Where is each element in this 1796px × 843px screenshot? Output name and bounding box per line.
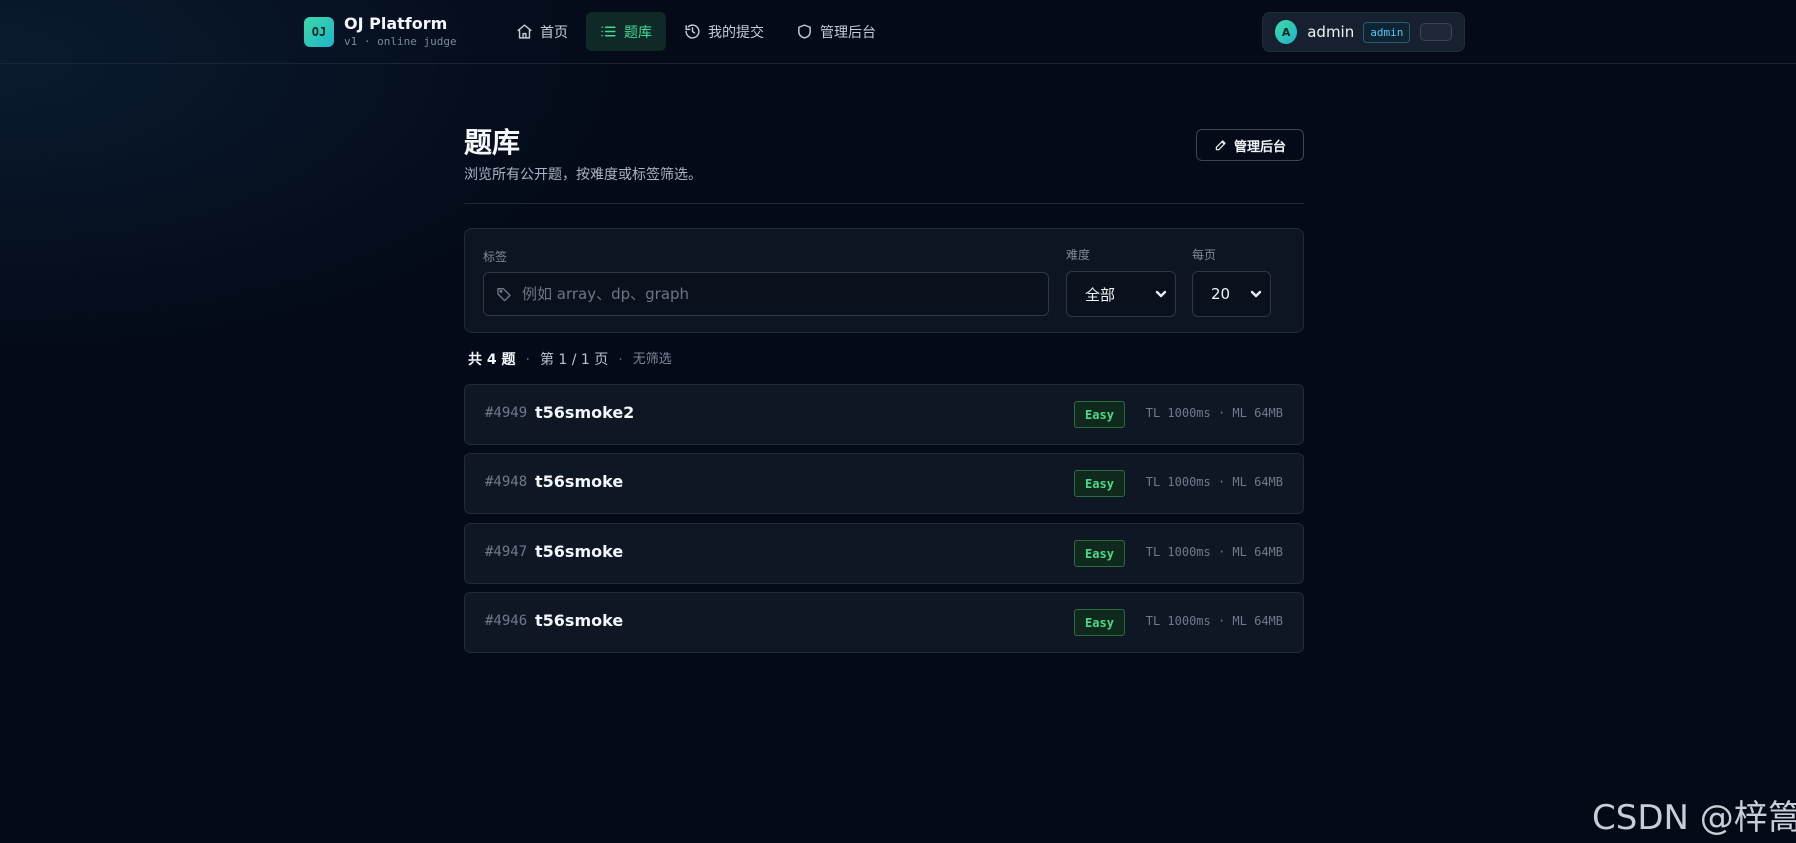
difficulty-badge: Easy bbox=[1074, 609, 1125, 636]
problem-row[interactable]: #4949 t56smoke2 Easy TL 1000ms · ML 64MB bbox=[464, 384, 1304, 445]
user-menu[interactable]: A admin admin bbox=[1262, 12, 1465, 52]
nav-item-label: 题库 bbox=[624, 24, 652, 41]
home-icon bbox=[517, 24, 532, 39]
brand-subtitle: v1 · online judge bbox=[344, 35, 457, 48]
list-icon bbox=[601, 26, 616, 37]
problem-id: #4948 bbox=[485, 474, 528, 490]
brand[interactable]: OJ OJ Platform v1 · online judge bbox=[304, 16, 457, 47]
nav-item-problems[interactable]: 题库 bbox=[586, 12, 666, 51]
difficulty-select-value: 全部 bbox=[1085, 285, 1116, 304]
divider bbox=[464, 203, 1304, 204]
nav-item-admin[interactable]: 管理后台 bbox=[782, 12, 890, 51]
problem-id: #4946 bbox=[485, 613, 528, 629]
page-title: 题库 bbox=[464, 126, 521, 159]
shield-icon bbox=[798, 24, 811, 39]
theme-toggle[interactable] bbox=[1420, 23, 1452, 41]
result-summary: 共 4 题 · 第 1 / 1 页 · 无筛选 bbox=[468, 352, 672, 368]
filter-panel: 标签 难度 全部 每页 20 bbox=[464, 228, 1304, 333]
tag-input-wrapper[interactable] bbox=[483, 272, 1049, 316]
top-nav-bar: OJ OJ Platform v1 · online judge 首页 题库 我… bbox=[0, 0, 1796, 64]
per-page-select[interactable]: 20 bbox=[1192, 271, 1271, 317]
difficulty-badge: Easy bbox=[1074, 401, 1125, 428]
problem-title[interactable]: t56smoke bbox=[535, 611, 623, 630]
tag-icon bbox=[497, 288, 511, 302]
problem-row[interactable]: #4948 t56smoke Easy TL 1000ms · ML 64MB bbox=[464, 453, 1304, 514]
difficulty-select[interactable]: 全部 bbox=[1066, 271, 1176, 317]
problem-id: #4949 bbox=[485, 405, 528, 421]
problem-row[interactable]: #4947 t56smoke Easy TL 1000ms · ML 64MB bbox=[464, 523, 1304, 584]
difficulty-badge: Easy bbox=[1074, 470, 1125, 497]
avatar: A bbox=[1275, 20, 1298, 44]
main-nav: 首页 题库 我的提交 管理后台 bbox=[502, 12, 890, 51]
difficulty-field-label: 难度 bbox=[1066, 248, 1091, 262]
filter-status: 无筛选 bbox=[632, 352, 672, 367]
problem-id: #4947 bbox=[485, 544, 528, 560]
difficulty-badge: Easy bbox=[1074, 540, 1125, 567]
tag-input[interactable] bbox=[520, 284, 1048, 304]
brand-logo: OJ bbox=[304, 16, 334, 47]
chevron-down-icon bbox=[1155, 290, 1167, 298]
problem-title[interactable]: t56smoke2 bbox=[535, 403, 634, 422]
problem-limits: TL 1000ms · ML 64MB bbox=[1145, 475, 1283, 489]
per-page-select-value: 20 bbox=[1211, 285, 1231, 303]
watermark: CSDN @梓篙 bbox=[1592, 798, 1796, 838]
total-count: 共 4 题 bbox=[468, 352, 516, 368]
page-description: 浏览所有公开题，按难度或标签筛选。 bbox=[464, 167, 702, 183]
problem-title[interactable]: t56smoke bbox=[535, 542, 623, 561]
problem-limits: TL 1000ms · ML 64MB bbox=[1145, 406, 1283, 420]
history-icon bbox=[685, 24, 700, 39]
problem-title[interactable]: t56smoke bbox=[535, 472, 623, 491]
per-page-field-label: 每页 bbox=[1192, 248, 1217, 262]
chevron-down-icon bbox=[1250, 290, 1262, 298]
nav-item-label: 首页 bbox=[540, 24, 568, 41]
problem-limits: TL 1000ms · ML 64MB bbox=[1145, 614, 1283, 628]
tag-field-label: 标签 bbox=[483, 250, 508, 264]
admin-panel-button-label: 管理后台 bbox=[1233, 138, 1286, 154]
user-name: admin bbox=[1307, 23, 1355, 41]
problem-row[interactable]: #4946 t56smoke Easy TL 1000ms · ML 64MB bbox=[464, 592, 1304, 653]
admin-panel-button[interactable]: 管理后台 bbox=[1196, 129, 1304, 161]
nav-item-home[interactable]: 首页 bbox=[502, 12, 582, 51]
page-indicator: 第 1 / 1 页 bbox=[539, 352, 609, 368]
problem-limits: TL 1000ms · ML 64MB bbox=[1145, 545, 1283, 559]
role-badge: admin bbox=[1363, 21, 1411, 43]
nav-item-submissions[interactable]: 我的提交 bbox=[670, 12, 778, 51]
brand-name: OJ Platform bbox=[344, 14, 448, 33]
nav-item-label: 管理后台 bbox=[820, 24, 876, 41]
nav-item-label: 我的提交 bbox=[708, 24, 764, 41]
pencil-icon bbox=[1215, 140, 1226, 151]
